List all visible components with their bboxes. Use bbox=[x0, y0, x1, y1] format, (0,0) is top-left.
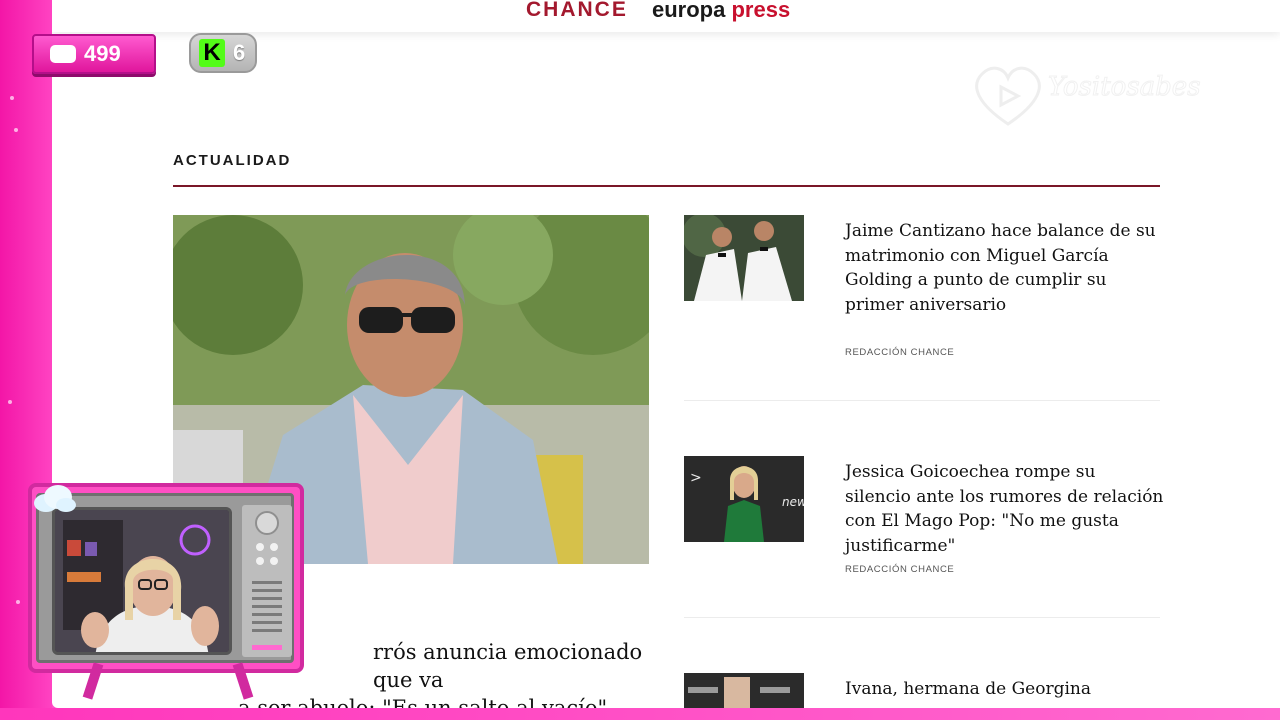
press-text: press bbox=[731, 0, 791, 22]
tv-dial-icon bbox=[252, 511, 282, 650]
chat-count-badge: 499 bbox=[32, 34, 156, 74]
heart-icon bbox=[975, 66, 1041, 126]
sparkle bbox=[10, 96, 14, 100]
side-article-3-thumbnail[interactable] bbox=[684, 673, 804, 708]
article-divider bbox=[684, 617, 1160, 618]
chat-count: 499 bbox=[84, 41, 121, 66]
side-article-1[interactable]: Jaime Cantizano hace balance de su matri… bbox=[684, 215, 1160, 375]
webcam-tv-frame bbox=[28, 483, 304, 700]
sparkle bbox=[16, 600, 20, 604]
webcam-image bbox=[55, 510, 229, 652]
side-article-2-headline[interactable]: Jessica Goicoechea rompe su silencio ant… bbox=[845, 460, 1165, 558]
side-article-3-headline[interactable]: Ivana, hermana de Georgina bbox=[845, 677, 1165, 702]
europa-text: europa bbox=[652, 0, 726, 22]
webcam-feed bbox=[52, 507, 232, 655]
side-article-2[interactable]: > new Jessica Goicoechea rompe su silenc… bbox=[684, 456, 1163, 616]
side-article-3[interactable]: Ivana, hermana de Georgina bbox=[684, 673, 1160, 708]
kick-logo-icon: K bbox=[199, 39, 225, 67]
side-article-2-thumbnail[interactable]: > new bbox=[684, 456, 804, 542]
chat-bubble-icon bbox=[50, 45, 76, 63]
article-divider bbox=[684, 400, 1160, 401]
svg-text:new: new bbox=[782, 495, 804, 509]
tv-control-panel bbox=[242, 505, 292, 657]
sparkle bbox=[8, 400, 12, 404]
watermark: Yositosabes bbox=[968, 54, 1218, 134]
thumb-photo-2: > new bbox=[684, 456, 804, 542]
svg-text:>: > bbox=[690, 470, 702, 486]
watermark-text: Yositosabes bbox=[1048, 72, 1202, 103]
side-article-2-byline[interactable]: REDACCIÓN CHANCE bbox=[845, 564, 954, 575]
kick-viewer-count: 6 bbox=[233, 40, 246, 65]
side-article-1-thumbnail[interactable] bbox=[684, 215, 804, 301]
chance-logo[interactable]: CHANCE bbox=[526, 0, 628, 22]
side-article-1-byline[interactable]: REDACCIÓN CHANCE bbox=[845, 347, 954, 358]
site-header: CHANCE europa press bbox=[52, 0, 1280, 32]
thumb-photo-3 bbox=[684, 673, 804, 708]
section-divider bbox=[173, 185, 1160, 187]
thumb-photo-1 bbox=[684, 215, 804, 301]
sparkle bbox=[14, 128, 18, 132]
stream-frame-bottom bbox=[0, 708, 1280, 720]
cloud-icon bbox=[34, 485, 76, 512]
side-article-1-headline[interactable]: Jaime Cantizano hace balance de su matri… bbox=[845, 219, 1165, 317]
europa-press-logo[interactable]: europa press bbox=[652, 0, 790, 23]
section-title[interactable]: ACTUALIDAD bbox=[173, 152, 291, 169]
kick-viewers-badge: K 6 bbox=[189, 33, 257, 73]
